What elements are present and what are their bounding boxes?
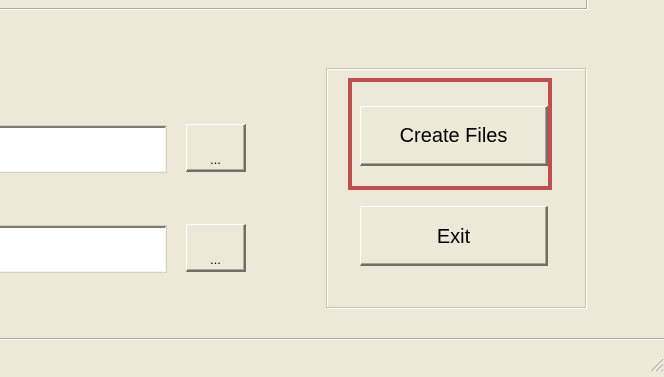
top-panel	[0, 0, 587, 9]
resize-grip-icon[interactable]	[644, 352, 664, 372]
browse-button-2[interactable]: ...	[186, 224, 246, 272]
browse-button-1-label: ...	[210, 151, 221, 167]
create-files-button[interactable]: Create Files	[360, 106, 548, 166]
file-path-field-2[interactable]	[0, 225, 167, 273]
browse-button-1[interactable]: ...	[186, 124, 246, 172]
file-path-field-1[interactable]	[0, 125, 167, 173]
exit-button[interactable]: Exit	[360, 206, 548, 266]
actions-group-box	[326, 68, 586, 308]
status-bar-divider	[0, 338, 664, 340]
browse-button-2-label: ...	[210, 251, 221, 267]
